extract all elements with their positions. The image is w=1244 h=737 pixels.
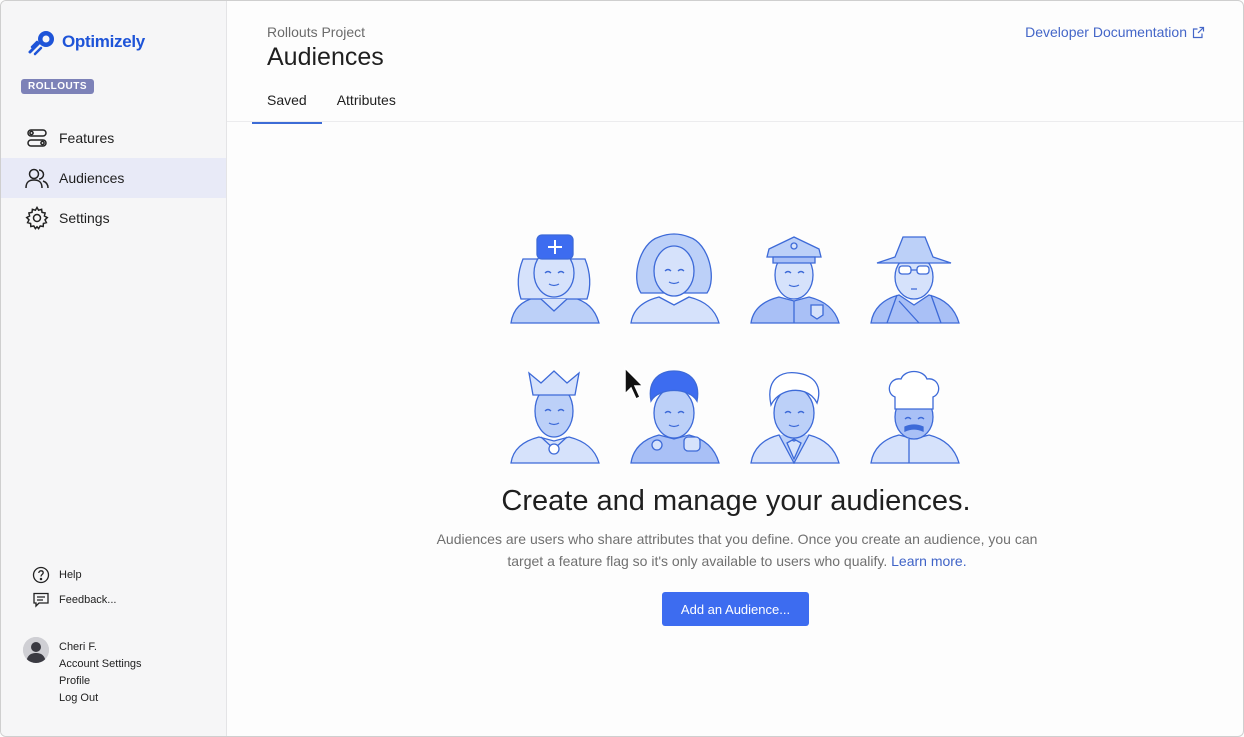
- brand-logo[interactable]: Optimizely: [26, 28, 145, 56]
- learn-more-link[interactable]: Learn more.: [891, 553, 966, 569]
- account-settings-link[interactable]: Account Settings: [59, 656, 142, 673]
- app-window: Optimizely ROLLOUTS Features Audiences S…: [0, 0, 1244, 737]
- police-icon: [750, 236, 840, 324]
- sidebar-item-label: Settings: [59, 210, 110, 226]
- chat-bubble-icon: [31, 590, 51, 610]
- product-badge: ROLLOUTS: [21, 79, 94, 94]
- brand-name: Optimizely: [62, 32, 145, 51]
- detective-icon: [870, 236, 960, 324]
- tab-bar: Saved Attributes: [252, 87, 411, 124]
- audience-illustration: [510, 233, 960, 464]
- account-menu: Cheri F. Account Settings Profile Log Ou…: [23, 637, 142, 707]
- nurse-icon: [510, 234, 600, 324]
- avatar[interactable]: [23, 637, 49, 663]
- king-icon: [510, 370, 600, 464]
- toggles-icon: [24, 125, 50, 151]
- tab-divider: [227, 121, 1243, 122]
- feedback-label: Feedback...: [59, 593, 117, 606]
- logout-link[interactable]: Log Out: [59, 690, 142, 707]
- optimizely-logo-icon: [28, 31, 54, 56]
- people-icon: [24, 165, 50, 191]
- sidebar-item-label: Audiences: [59, 170, 125, 186]
- empty-state-title: Create and manage your audiences.: [501, 485, 971, 517]
- help-link[interactable]: Help: [31, 562, 116, 587]
- developer-docs-link[interactable]: Developer Documentation: [1025, 24, 1205, 40]
- profile-link[interactable]: Profile: [59, 673, 142, 690]
- sidebar-item-label: Features: [59, 130, 115, 146]
- sidebar: Optimizely ROLLOUTS Features Audiences S…: [1, 1, 227, 736]
- help-label: Help: [59, 568, 82, 581]
- account-name: Cheri F.: [59, 641, 97, 653]
- sidebar-item-audiences[interactable]: Audiences: [1, 158, 226, 198]
- page-title: Audiences: [267, 43, 384, 71]
- sidebar-nav: Features Audiences Settings: [1, 118, 226, 238]
- main-content: Rollouts Project Audiences Developer Doc…: [227, 1, 1243, 736]
- add-audience-button[interactable]: Add an Audience...: [662, 592, 809, 626]
- tab-saved[interactable]: Saved: [252, 87, 322, 124]
- gear-icon: [24, 205, 50, 231]
- woman-icon: [630, 233, 720, 324]
- external-link-icon: [1192, 26, 1205, 38]
- businessman-icon: [750, 372, 840, 464]
- sidebar-item-features[interactable]: Features: [1, 118, 226, 158]
- feedback-link[interactable]: Feedback...: [31, 587, 116, 612]
- empty-state-description: Audiences are users who share attributes…: [417, 528, 1057, 572]
- breadcrumb[interactable]: Rollouts Project: [267, 24, 365, 40]
- mouse-cursor-icon: [624, 366, 645, 401]
- developer-docs-label: Developer Documentation: [1025, 24, 1187, 40]
- tab-attributes[interactable]: Attributes: [322, 87, 411, 124]
- question-circle-icon: [31, 565, 51, 585]
- help-links: Help Feedback...: [31, 562, 116, 612]
- sidebar-item-settings[interactable]: Settings: [1, 198, 226, 238]
- chef-icon: [870, 370, 960, 464]
